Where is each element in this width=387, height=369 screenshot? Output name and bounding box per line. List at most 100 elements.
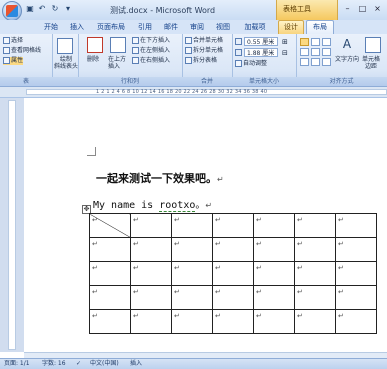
cell-end-mark: ↵ [133, 264, 139, 272]
table-cell[interactable]: ↵ [212, 237, 254, 262]
cell-end-mark: ↵ [92, 240, 98, 248]
cell-end-mark: ↵ [215, 264, 221, 272]
draw-diagonal-label[interactable]: 绘制 斜线表头 [54, 56, 78, 70]
cell-end-mark: ↵ [92, 264, 98, 272]
distribute-rows-icon[interactable]: ⊞ [282, 38, 288, 46]
diagonal-header-icon[interactable] [57, 38, 73, 54]
table-cell[interactable]: ↵ [335, 309, 377, 334]
table-cell[interactable]: ↵ [294, 213, 336, 238]
properties-icon [3, 57, 10, 64]
table-cell[interactable]: ↵ [130, 261, 172, 286]
minimize-button[interactable]: – [341, 3, 354, 15]
table-cell[interactable]: ↵ [130, 213, 172, 238]
table-cell[interactable]: ↵ [294, 261, 336, 286]
merge-cells-button[interactable]: 合并单元格 [185, 37, 223, 45]
customize-quick-access-icon[interactable]: ▾ [63, 4, 73, 14]
tab-view[interactable]: 视图 [212, 21, 234, 33]
table-cell[interactable]: ↵ [171, 213, 213, 238]
table-cell[interactable]: ↵ [89, 309, 131, 334]
tab-home[interactable]: 开始 [40, 21, 62, 33]
tab-mailings[interactable]: 邮件 [160, 21, 182, 33]
table-cell[interactable]: ↵ [253, 285, 295, 310]
distribute-columns-icon[interactable]: ⊟ [282, 49, 288, 57]
office-button[interactable] [2, 1, 22, 21]
align-top-left-button[interactable] [300, 38, 309, 46]
text-direction-label[interactable]: 文字方向 [335, 56, 359, 64]
table-cell[interactable]: ↵ [171, 309, 213, 334]
table-cell[interactable]: ↵ [89, 261, 131, 286]
insert-left-button[interactable]: 在左侧插入 [132, 47, 170, 55]
document-table[interactable]: ↵ ↵ ↵ ↵ ↵ ↵ ↵ ↵ ↵ ↵ ↵ ↵ ↵ ↵ ↵ ↵ ↵ ↵ ↵ ↵ ↵ ↵ ↵ ↵ ↵ ↵ ↵ ↵ ↵ ↵ ↵ ↵ ↵ ↵ ↵ [89, 213, 377, 334]
table-cell[interactable]: ↵ [335, 261, 377, 286]
table-cell[interactable]: ↵ [253, 309, 295, 334]
table-cell[interactable]: ↵ [294, 237, 336, 262]
table-cell[interactable]: ↵ [171, 261, 213, 286]
delete-icon[interactable] [87, 37, 103, 53]
cell-end-mark: ↵ [297, 288, 303, 296]
view-gridlines-button[interactable]: 查看网格线 [3, 47, 41, 55]
align-middle-right-button[interactable] [322, 48, 331, 56]
table-cell[interactable]: ↵ [253, 213, 295, 238]
insert-right-button[interactable]: 在右侧插入 [132, 57, 170, 65]
table-cell[interactable]: ↵ [212, 213, 254, 238]
document-text-line[interactable]: My name is rootxo。↵ [93, 196, 212, 212]
split-table-button[interactable]: 拆分表格 [185, 57, 217, 65]
table-cell[interactable]: ↵ [130, 237, 172, 262]
delete-label[interactable]: 删除 [87, 56, 99, 64]
table-cell[interactable]: ↵ [171, 237, 213, 262]
align-middle-left-button[interactable] [300, 48, 309, 56]
table-cell[interactable]: ↵ [212, 261, 254, 286]
table-cell[interactable]: ↵ [294, 309, 336, 334]
align-top-center-button[interactable] [311, 38, 320, 46]
column-width-icon [235, 49, 242, 56]
insert-above-label[interactable]: 在上方 插入 [108, 56, 126, 70]
table-cell[interactable]: ↵ [335, 285, 377, 310]
cell-margins-label[interactable]: 单元格 边距 [362, 56, 380, 70]
table-cell[interactable]: ↵ [335, 237, 377, 262]
table-cell[interactable]: ↵ [253, 261, 295, 286]
insert-below-button[interactable]: 在下方插入 [132, 37, 170, 45]
table-cell[interactable]: ↵ [89, 213, 131, 238]
tab-review[interactable]: 审阅 [186, 21, 208, 33]
table-cell[interactable]: ↵ [335, 213, 377, 238]
document-heading[interactable]: 一起来测试一下效果吧。↵ [96, 170, 224, 186]
align-bottom-right-button[interactable] [322, 58, 331, 66]
cell-margins-icon[interactable] [365, 37, 381, 53]
tab-design[interactable]: 设计 [278, 20, 304, 35]
tab-addins[interactable]: 加载项 [240, 21, 270, 33]
table-cell[interactable]: ↵ [89, 285, 131, 310]
align-middle-center-button[interactable] [311, 48, 320, 56]
align-bottom-left-button[interactable] [300, 58, 309, 66]
text-direction-icon[interactable]: A [340, 37, 354, 51]
insert-above-icon[interactable] [110, 37, 126, 53]
table-cell[interactable]: ↵ [89, 237, 131, 262]
table-cell[interactable]: ↵ [130, 309, 172, 334]
table-cell[interactable]: ↵ [171, 285, 213, 310]
cell-end-mark: ↵ [174, 264, 180, 272]
select-button[interactable]: 选择 [3, 37, 23, 45]
tab-references[interactable]: 引用 [134, 21, 156, 33]
tab-layout[interactable]: 布局 [306, 20, 334, 35]
close-button[interactable]: × [371, 3, 384, 15]
split-cells-button[interactable]: 拆分单元格 [185, 47, 223, 55]
maximize-button[interactable]: □ [356, 3, 369, 15]
autofit-button[interactable]: 自动调整 [235, 60, 267, 68]
properties-button[interactable]: 属性 [3, 57, 24, 65]
undo-icon[interactable]: ↶ [37, 4, 47, 14]
table-cell[interactable]: ↵ [294, 285, 336, 310]
status-bar: 页面: 1/1 字数: 16 ✓ 中文(中国) 插入 [0, 358, 387, 369]
align-top-right-button[interactable] [322, 38, 331, 46]
table-cell[interactable]: ↵ [212, 309, 254, 334]
column-width-input[interactable]: 1.88 厘米 [244, 48, 278, 57]
vertical-ruler[interactable] [8, 100, 16, 350]
tab-page-layout[interactable]: 页面布局 [92, 21, 130, 33]
table-cell[interactable]: ↵ [253, 237, 295, 262]
tab-insert[interactable]: 插入 [66, 21, 88, 33]
row-height-input[interactable]: 0.55 厘米 [244, 37, 278, 46]
table-cell[interactable]: ↵ [130, 285, 172, 310]
align-bottom-center-button[interactable] [311, 58, 320, 66]
redo-icon[interactable]: ↻ [50, 4, 60, 14]
group-label-table: 表 [0, 77, 52, 86]
table-cell[interactable]: ↵ [212, 285, 254, 310]
save-icon[interactable]: ▣ [25, 4, 35, 14]
